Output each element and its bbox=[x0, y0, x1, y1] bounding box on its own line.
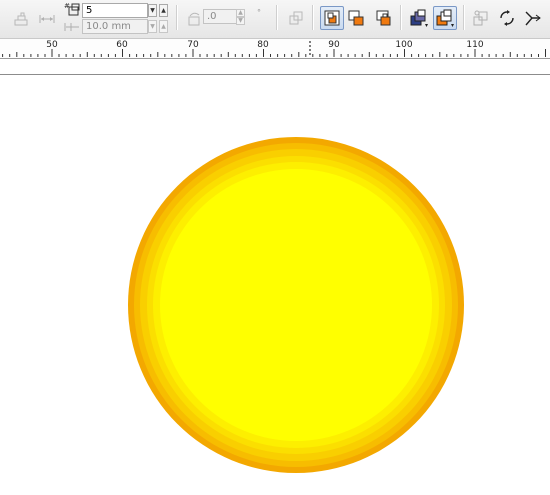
fill-color-icon[interactable] bbox=[433, 6, 457, 30]
toolbar-separator bbox=[463, 5, 465, 30]
break-contour-icon[interactable] bbox=[522, 7, 544, 29]
horizontal-ruler[interactable]: 50 60 70 80 90 100 110 bbox=[0, 39, 550, 59]
contour-to-center-button[interactable] bbox=[320, 6, 344, 30]
contour-circle[interactable] bbox=[0, 75, 550, 495]
rotation-down-button[interactable]: ▼ bbox=[236, 17, 245, 25]
contour-outside-button[interactable] bbox=[372, 7, 394, 29]
toolbar-separator bbox=[276, 5, 278, 30]
degree-label: ° bbox=[257, 8, 261, 17]
ruler-label-110: 110 bbox=[466, 40, 484, 50]
ruler-label-90: 90 bbox=[328, 40, 340, 50]
clear-contour-icon[interactable] bbox=[496, 7, 518, 29]
property-bar: # 5 ▼ ▲ 10.0 mm ▼ ▲ .0 ▲ ▼ ° bbox=[0, 0, 550, 39]
toolbar-separator bbox=[400, 5, 402, 30]
contour-rotation-icon bbox=[183, 8, 205, 30]
contour-offset-icon bbox=[62, 19, 82, 34]
ruler-label-100: 100 bbox=[395, 40, 413, 50]
rotation-input[interactable]: .0 bbox=[203, 9, 237, 24]
contour-steps-input[interactable]: 5 bbox=[82, 3, 148, 18]
contour-acceleration-icon[interactable] bbox=[285, 7, 307, 29]
contour-spacing-icon[interactable] bbox=[36, 8, 58, 30]
contour-inside-button[interactable] bbox=[346, 7, 368, 29]
ruler-label-50: 50 bbox=[46, 40, 58, 50]
contour-steps-up-button[interactable]: ▲ bbox=[159, 4, 168, 17]
contour-offset-input[interactable]: 10.0 mm bbox=[82, 19, 148, 34]
toolbar-separator bbox=[312, 5, 314, 30]
drawing-canvas[interactable] bbox=[0, 75, 550, 495]
contour-steps-icon: # bbox=[62, 0, 82, 18]
contour-to-center-icon[interactable] bbox=[10, 8, 32, 30]
outline-color-icon[interactable] bbox=[407, 6, 431, 30]
toolbar-separator bbox=[176, 5, 178, 30]
rotation-up-button[interactable]: ▲ bbox=[236, 9, 245, 17]
ruler-label-70: 70 bbox=[187, 40, 199, 50]
contour-steps-stepper[interactable]: ▼ bbox=[148, 4, 157, 17]
ruler-label-60: 60 bbox=[116, 40, 128, 50]
ruler-label-80: 80 bbox=[257, 40, 269, 50]
contour-offset-stepper[interactable]: ▼ bbox=[148, 20, 157, 33]
copy-contour-icon[interactable] bbox=[470, 7, 492, 29]
contour-center bbox=[160, 169, 432, 441]
contour-offset-up-button[interactable]: ▲ bbox=[159, 20, 168, 33]
